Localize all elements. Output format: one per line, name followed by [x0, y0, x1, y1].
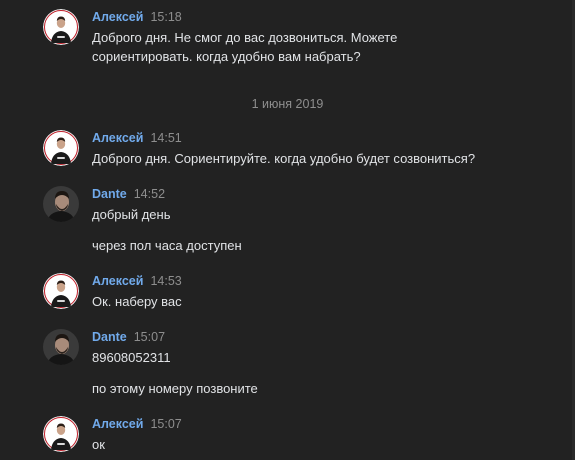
message-text: через пол часа доступен — [92, 238, 242, 253]
message-text: по этому номеру позвоните — [92, 381, 258, 396]
avatar-aleksey[interactable] — [43, 273, 79, 309]
message-meta: Dante 14:52 — [92, 186, 165, 202]
message-time[interactable]: 14:53 — [150, 274, 181, 288]
message-body: Доброго дня. Не смог до вас дозвониться.… — [92, 28, 562, 66]
message-text: Доброго дня. Не смог до вас дозвониться.… — [92, 30, 398, 45]
message-meta: Алексей 14:51 — [92, 130, 182, 146]
person-photo-icon — [43, 273, 79, 309]
message-meta: Алексей 14:53 — [92, 273, 182, 289]
message-history: Алексей 15:18 Доброго дня. Не смог до вас… — [0, 0, 575, 460]
avatar-dante[interactable] — [43, 329, 79, 365]
avatar-aleksey[interactable] — [43, 130, 79, 166]
message-text: Ок. наберу вас — [92, 294, 182, 309]
message-text: сориентировать. когда удобно вам набрать… — [92, 49, 361, 64]
message-body: Ок. наберу вас — [92, 292, 562, 311]
author-name[interactable]: Алексей — [92, 274, 143, 288]
message-body: добрый день через пол часа доступен — [92, 205, 562, 255]
author-name[interactable]: Алексей — [92, 131, 143, 145]
avatar-aleksey[interactable] — [43, 416, 79, 452]
message-body: ок — [92, 435, 562, 454]
avatar-dante[interactable] — [43, 186, 79, 222]
avatar-aleksey[interactable] — [43, 9, 79, 45]
author-name[interactable]: Алексей — [92, 417, 143, 431]
message-time[interactable]: 15:07 — [134, 330, 165, 344]
message-text: Доброго дня. Сориентируйте. когда удобно… — [92, 151, 476, 166]
message-body: 89608052311 по этому номеру позвоните — [92, 348, 562, 398]
message-time[interactable]: 15:07 — [150, 417, 181, 431]
person-photo-icon — [43, 416, 79, 452]
author-name[interactable]: Алексей — [92, 10, 143, 24]
message-meta: Алексей 15:18 — [92, 9, 182, 25]
author-name[interactable]: Dante — [92, 330, 127, 344]
person-photo-icon — [43, 329, 79, 365]
person-photo-icon — [43, 186, 79, 222]
message-time[interactable]: 15:18 — [150, 10, 181, 24]
author-name[interactable]: Dante — [92, 187, 127, 201]
message-text: ок — [92, 437, 105, 452]
message-text: добрый день — [92, 207, 171, 222]
message-meta: Dante 15:07 — [92, 329, 165, 345]
person-photo-icon — [43, 130, 79, 166]
message-text: 89608052311 — [92, 350, 171, 365]
message-body: Доброго дня. Сориентируйте. когда удобно… — [92, 149, 562, 168]
date-separator: 1 июня 2019 — [251, 97, 324, 111]
message-meta: Алексей 15:07 — [92, 416, 182, 432]
person-photo-icon — [43, 9, 79, 45]
message-time[interactable]: 14:51 — [150, 131, 181, 145]
message-time[interactable]: 14:52 — [134, 187, 165, 201]
